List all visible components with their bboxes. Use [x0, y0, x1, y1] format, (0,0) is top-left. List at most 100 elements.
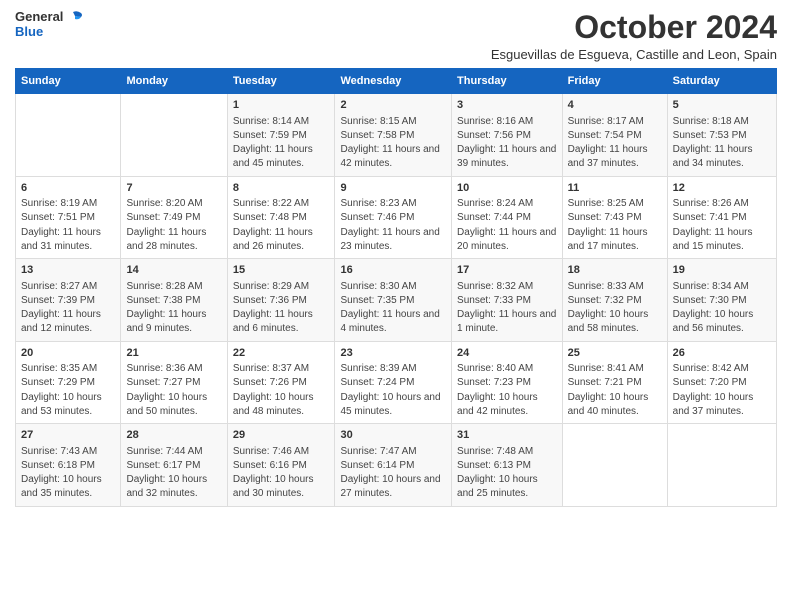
day-info: Sunrise: 8:36 AMSunset: 7:27 PMDaylight:… [126, 363, 207, 417]
day-info: Sunrise: 8:41 AMSunset: 7:21 PMDaylight:… [568, 363, 649, 417]
day-number: 22 [233, 346, 330, 361]
calendar-cell: 28 Sunrise: 7:44 AMSunset: 6:17 PMDayligh… [121, 424, 227, 507]
calendar-cell [562, 424, 667, 507]
day-info: Sunrise: 8:20 AMSunset: 7:49 PMDaylight:… [126, 198, 206, 252]
day-number: 29 [233, 428, 330, 443]
day-number: 2 [340, 98, 446, 113]
calendar-cell [667, 424, 776, 507]
calendar-cell: 9Sunrise: 8:23 AMSunset: 7:46 PMDaylight… [335, 176, 452, 259]
day-info: Sunrise: 8:18 AMSunset: 7:53 PMDaylight:… [673, 116, 753, 170]
day-info: Sunrise: 8:17 AMSunset: 7:54 PMDaylight:… [568, 116, 648, 170]
calendar-cell: 10 Sunrise: 8:24 AMSunset: 7:44 PMDayligh… [452, 176, 563, 259]
logo-blue: Blue [15, 25, 43, 40]
calendar-cell: 16 Sunrise: 8:30 AMSunset: 7:35 PMDayligh… [335, 259, 452, 342]
calendar-cell: 18Sunrise: 8:33 AMSunset: 7:32 PMDayligh… [562, 259, 667, 342]
calendar-cell: 25Sunrise: 8:41 AMSunset: 7:21 PMDayligh… [562, 341, 667, 424]
calendar-cell: 7Sunrise: 8:20 AMSunset: 7:49 PMDaylight… [121, 176, 227, 259]
day-number: 10 [457, 181, 557, 196]
calendar-cell: 24 Sunrise: 8:40 AMSunset: 7:23 PMDayligh… [452, 341, 563, 424]
subtitle: Esguevillas de Esgueva, Castille and Leo… [491, 47, 777, 62]
day-info: Sunrise: 8:34 AMSunset: 7:30 PMDaylight:… [673, 281, 754, 335]
day-info: Sunrise: 8:24 AMSunset: 7:44 PMDaylight:… [457, 198, 556, 252]
day-number: 6 [21, 181, 115, 196]
day-number: 15 [233, 263, 330, 278]
day-info: Sunrise: 8:37 AMSunset: 7:26 PMDaylight:… [233, 363, 314, 417]
calendar-cell: 2Sunrise: 8:15 AMSunset: 7:58 PMDaylight… [335, 94, 452, 177]
calendar-cell [121, 94, 227, 177]
col-friday: Friday [562, 69, 667, 94]
day-info: Sunrise: 7:46 AMSunset: 6:16 PMDaylight:… [233, 446, 314, 500]
day-number: 19 [673, 263, 771, 278]
day-number: 5 [673, 98, 771, 113]
day-number: 21 [126, 346, 221, 361]
calendar-cell: 19 Sunrise: 8:34 AMSunset: 7:30 PMDayligh… [667, 259, 776, 342]
day-info: Sunrise: 8:14 AMSunset: 7:59 PMDaylight:… [233, 116, 313, 170]
day-info: Sunrise: 8:28 AMSunset: 7:38 PMDaylight:… [126, 281, 206, 335]
calendar-week-row: 1 Sunrise: 8:14 AMSunset: 7:59 PMDaylight… [16, 94, 777, 177]
day-number: 3 [457, 98, 557, 113]
day-number: 30 [340, 428, 446, 443]
col-saturday: Saturday [667, 69, 776, 94]
day-number: 8 [233, 181, 330, 196]
calendar-cell: 23 Sunrise: 8:39 AMSunset: 7:24 PMDayligh… [335, 341, 452, 424]
calendar-cell: 15 Sunrise: 8:29 AMSunset: 7:36 PMDayligh… [227, 259, 335, 342]
day-info: Sunrise: 8:40 AMSunset: 7:23 PMDaylight:… [457, 363, 538, 417]
calendar-cell: 17Sunrise: 8:32 AMSunset: 7:33 PMDayligh… [452, 259, 563, 342]
calendar-cell: 3 Sunrise: 8:16 AMSunset: 7:56 PMDaylight… [452, 94, 563, 177]
day-info: Sunrise: 8:29 AMSunset: 7:36 PMDaylight:… [233, 281, 313, 335]
day-number: 4 [568, 98, 662, 113]
day-info: Sunrise: 8:27 AMSunset: 7:39 PMDaylight:… [21, 281, 101, 335]
calendar-cell: 1 Sunrise: 8:14 AMSunset: 7:59 PMDaylight… [227, 94, 335, 177]
day-number: 20 [21, 346, 115, 361]
day-number: 24 [457, 346, 557, 361]
calendar-cell: 14Sunrise: 8:28 AMSunset: 7:38 PMDayligh… [121, 259, 227, 342]
day-number: 1 [233, 98, 330, 113]
calendar-cell: 22 Sunrise: 8:37 AMSunset: 7:26 PMDayligh… [227, 341, 335, 424]
calendar-cell: 8 Sunrise: 8:22 AMSunset: 7:48 PMDaylight… [227, 176, 335, 259]
day-info: Sunrise: 8:39 AMSunset: 7:24 PMDaylight:… [340, 363, 440, 417]
day-info: Sunrise: 8:16 AMSunset: 7:56 PMDaylight:… [457, 116, 556, 170]
calendar-table: Sunday Monday Tuesday Wednesday Thursday… [15, 68, 777, 507]
day-number: 26 [673, 346, 771, 361]
day-info: Sunrise: 7:48 AMSunset: 6:13 PMDaylight:… [457, 446, 538, 500]
day-info: Sunrise: 8:22 AMSunset: 7:48 PMDaylight:… [233, 198, 313, 252]
col-wednesday: Wednesday [335, 69, 452, 94]
day-number: 28 [126, 428, 221, 443]
day-info: Sunrise: 8:30 AMSunset: 7:35 PMDaylight:… [340, 281, 439, 335]
day-info: Sunrise: 8:25 AMSunset: 7:43 PMDaylight:… [568, 198, 648, 252]
col-thursday: Thursday [452, 69, 563, 94]
calendar-cell [16, 94, 121, 177]
calendar-cell: 13 Sunrise: 8:27 AMSunset: 7:39 PMDayligh… [16, 259, 121, 342]
day-number: 11 [568, 181, 662, 196]
col-tuesday: Tuesday [227, 69, 335, 94]
logo: General Blue [15, 10, 83, 40]
calendar-cell: 11 Sunrise: 8:25 AMSunset: 7:43 PMDayligh… [562, 176, 667, 259]
day-number: 23 [340, 346, 446, 361]
day-number: 31 [457, 428, 557, 443]
day-info: Sunrise: 8:42 AMSunset: 7:20 PMDaylight:… [673, 363, 754, 417]
calendar-cell: 31 Sunrise: 7:48 AMSunset: 6:13 PMDayligh… [452, 424, 563, 507]
calendar-cell: 6 Sunrise: 8:19 AMSunset: 7:51 PMDaylight… [16, 176, 121, 259]
day-number: 9 [340, 181, 446, 196]
header: General Blue October 2024 Esguevillas de… [15, 10, 777, 62]
day-number: 13 [21, 263, 115, 278]
calendar-week-row: 13 Sunrise: 8:27 AMSunset: 7:39 PMDayligh… [16, 259, 777, 342]
calendar-week-row: 20Sunrise: 8:35 AMSunset: 7:29 PMDayligh… [16, 341, 777, 424]
day-number: 18 [568, 263, 662, 278]
calendar-cell: 5 Sunrise: 8:18 AMSunset: 7:53 PMDaylight… [667, 94, 776, 177]
calendar-header-row: Sunday Monday Tuesday Wednesday Thursday… [16, 69, 777, 94]
main-title: October 2024 [491, 10, 777, 45]
day-info: Sunrise: 8:19 AMSunset: 7:51 PMDaylight:… [21, 198, 101, 252]
col-sunday: Sunday [16, 69, 121, 94]
calendar-cell: 27Sunrise: 7:43 AMSunset: 6:18 PMDayligh… [16, 424, 121, 507]
calendar-cell: 12Sunrise: 8:26 AMSunset: 7:41 PMDayligh… [667, 176, 776, 259]
calendar-cell: 4 Sunrise: 8:17 AMSunset: 7:54 PMDaylight… [562, 94, 667, 177]
day-number: 16 [340, 263, 446, 278]
day-info: Sunrise: 7:44 AMSunset: 6:17 PMDaylight:… [126, 446, 207, 500]
calendar-cell: 21 Sunrise: 8:36 AMSunset: 7:27 PMDayligh… [121, 341, 227, 424]
calendar-cell: 26 Sunrise: 8:42 AMSunset: 7:20 PMDayligh… [667, 341, 776, 424]
day-number: 27 [21, 428, 115, 443]
calendar-cell: 20Sunrise: 8:35 AMSunset: 7:29 PMDayligh… [16, 341, 121, 424]
day-info: Sunrise: 7:47 AMSunset: 6:14 PMDaylight:… [340, 446, 440, 500]
title-section: October 2024 Esguevillas de Esgueva, Cas… [491, 10, 777, 62]
